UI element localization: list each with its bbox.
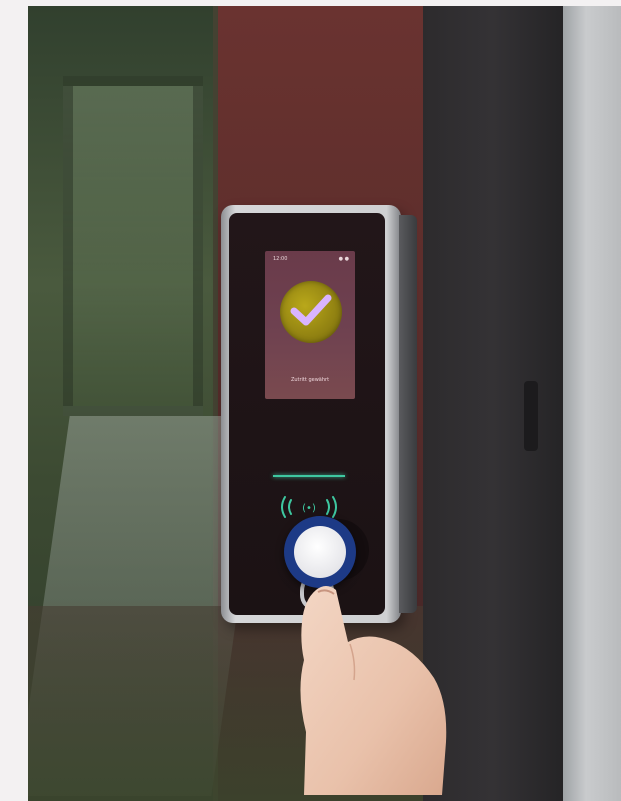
svg-text:(•): (•): [302, 503, 316, 514]
check-circle: [280, 281, 342, 343]
reader-screen: 12:00 ● ● Zutritt gewährt: [265, 251, 355, 399]
screen-caption: Zutritt gewährt: [290, 377, 330, 383]
screen-time: 12:00: [273, 256, 288, 262]
background-window: [63, 76, 203, 416]
door-edge: [563, 6, 621, 801]
screen-status-icons: ● ●: [338, 256, 349, 262]
reader-side-panel: [399, 215, 417, 613]
hand: [300, 586, 447, 795]
checkmark-icon: [290, 294, 332, 326]
status-led: [273, 475, 345, 477]
key-fob-face: [294, 526, 346, 578]
key-fob: [284, 516, 356, 588]
door-handle: [524, 381, 538, 451]
